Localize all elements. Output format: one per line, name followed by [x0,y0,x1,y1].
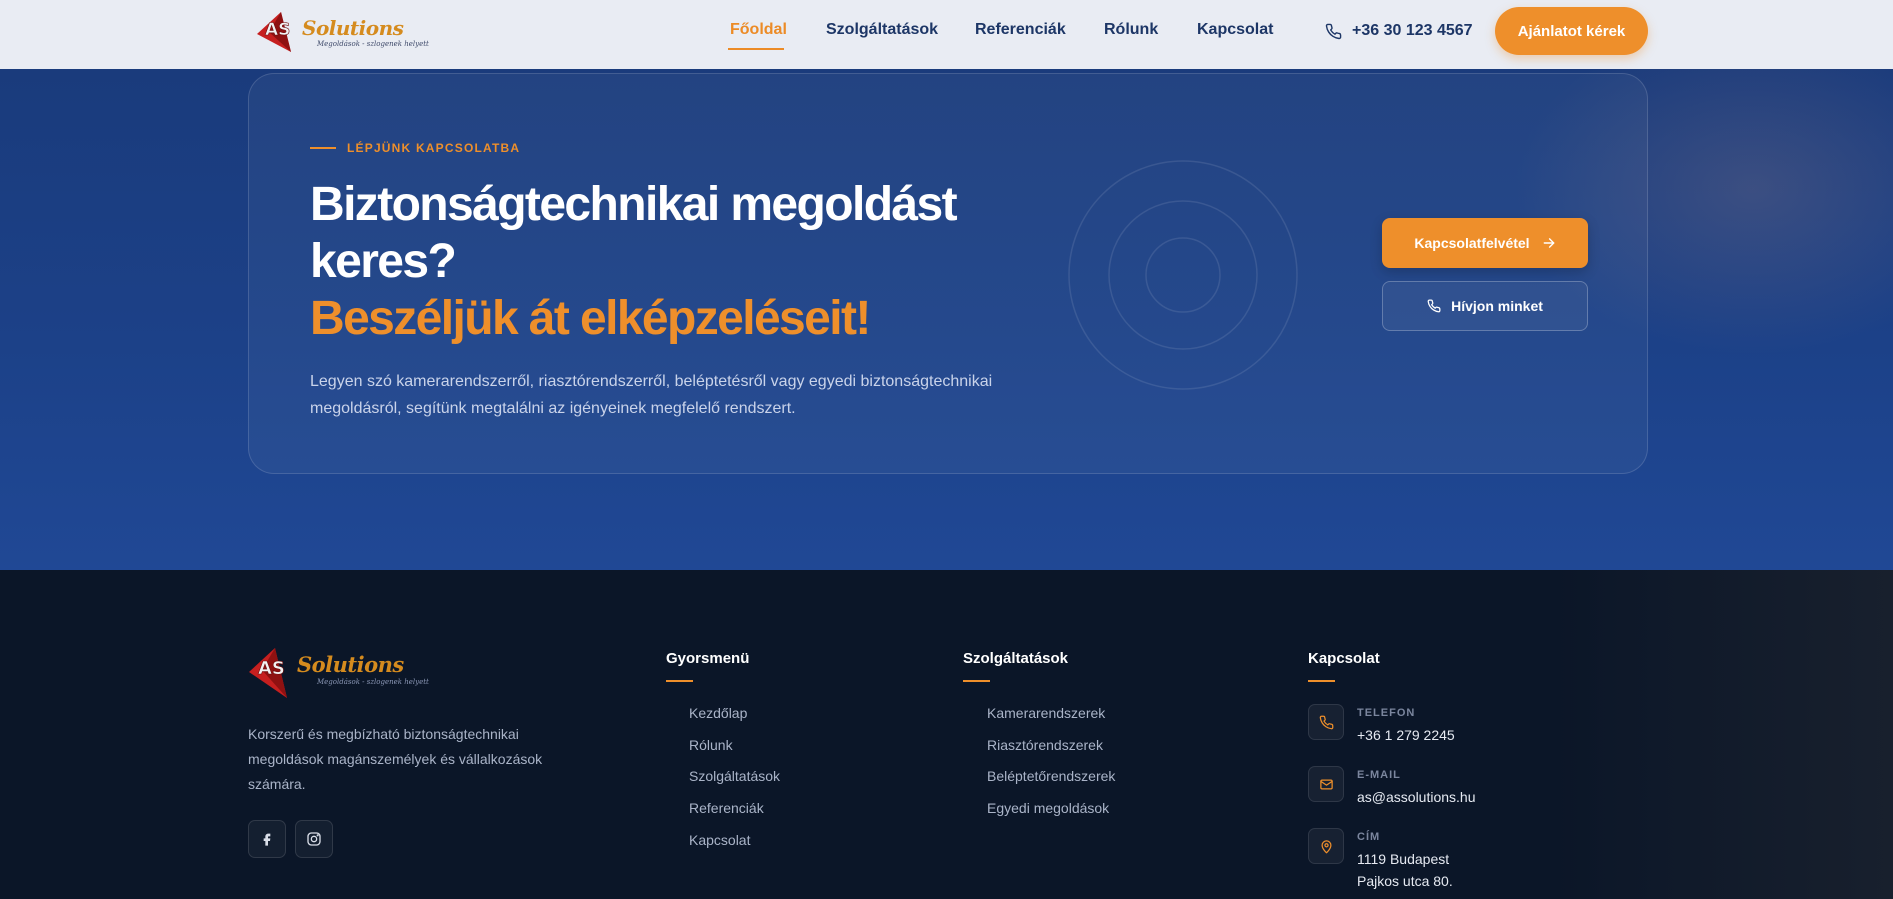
eyebrow-text: LÉPJÜNK KAPCSOLATBA [347,141,521,155]
footer-logo-tagline: Megoldások - szlogenek helyett [317,678,429,686]
nav-link-services[interactable]: Szolgáltatások [826,21,938,39]
instagram-icon [307,832,321,846]
footer-description: Korszerű és megbízható biztonságtechnika… [248,726,543,792]
footer-logo-wordmark: Solutions [297,652,404,677]
header-phone-link[interactable]: +36 30 123 4567 [1325,20,1473,42]
footer-link-contact[interactable]: Kapcsolat [689,832,750,848]
footer-link-access-control[interactable]: Beléptetőrendszerek [987,768,1115,784]
footer-link-home[interactable]: Kezdőlap [689,705,747,721]
hero-headline-accent: Beszéljük át elképzeléseit! [310,292,871,345]
contact-button[interactable]: Kapcsolatfelvétel [1382,218,1588,268]
svg-text:AS: AS [258,658,285,679]
footer-address-icon-box [1308,828,1344,864]
footer-brand-logo[interactable]: AS Solutions Megoldások - szlogenek hely… [247,642,432,700]
logo-tagline: Megoldások - szlogenek helyett [317,40,429,48]
call-us-button[interactable]: Hívjon minket [1382,281,1588,331]
instagram-link[interactable] [295,820,333,858]
request-quote-button[interactable]: Ajánlatot kérek [1495,7,1648,55]
footer-phone-icon-box [1308,704,1344,740]
logo-wordmark: Solutions [302,16,404,40]
hero-headline-main: Biztonságtechnikai megoldást keres? [310,178,958,288]
address-line-2: Pajkos utca 80. [1357,873,1453,889]
hero-description: Legyen szó kamerarendszerről, riasztóren… [310,373,993,417]
header-phone-number: +36 30 123 4567 [1352,22,1473,39]
phone-icon [1427,299,1441,313]
facebook-link[interactable] [248,820,286,858]
address-line-1: 1119 Budapest [1357,851,1450,867]
contact-title: Kapcsolat [1308,650,1380,667]
footer-link-cameras[interactable]: Kamerarendszerek [987,705,1105,721]
mail-icon [1319,779,1333,789]
services-title: Szolgáltatások [963,650,1069,667]
footer-email-icon-box [1308,766,1344,802]
svg-text:AS: AS [265,20,290,40]
contact-button-label: Kapcsolatfelvétel [1414,235,1530,251]
nav-link-about[interactable]: Rólunk [1104,21,1158,39]
decorative-rings-icon [1068,160,1298,390]
footer-phone-number[interactable]: +36 1 279 2245 [1357,725,1455,746]
phone-label: TELEFON [1357,707,1416,719]
contact-underline [1308,680,1335,682]
contact-hero-section: LÉPJÜNK KAPCSOLATBA Biztonságtechnikai m… [0,69,1893,570]
top-navigation: AS Solutions Megoldások - szlogenek hely… [0,0,1893,69]
address-label: CÍM [1357,831,1381,843]
site-footer: AS Solutions Megoldások - szlogenek hely… [0,570,1893,899]
quick-menu-title: Gyorsmenü [666,650,750,667]
footer-email-address[interactable]: as@assolutions.hu [1357,787,1476,808]
hero-eyebrow: LÉPJÜNK KAPCSOLATBA [310,141,520,155]
email-label: E-MAIL [1357,769,1401,781]
nav-link-references[interactable]: Referenciák [975,21,1066,39]
call-us-button-label: Hívjon minket [1451,298,1543,314]
footer-link-references[interactable]: Referenciák [689,800,764,816]
hero-headline: Biztonságtechnikai megoldást keres? Besz… [310,176,1030,347]
brand-logo[interactable]: AS Solutions Megoldások - szlogenek hely… [255,8,429,54]
nav-link-contact[interactable]: Kapcsolat [1197,21,1273,39]
location-pin-icon [1321,839,1331,853]
active-nav-indicator [728,48,784,50]
footer-link-services[interactable]: Szolgáltatások [689,768,780,784]
nav-link-home[interactable]: Főoldal [730,21,787,39]
hero-card: LÉPJÜNK KAPCSOLATBA Biztonságtechnikai m… [248,73,1648,474]
footer-link-alarms[interactable]: Riasztórendszerek [987,737,1103,753]
services-underline [963,680,990,682]
footer-link-custom-solutions[interactable]: Egyedi megoldások [987,800,1109,816]
phone-icon [1319,715,1333,729]
facebook-icon [263,833,271,846]
arrow-right-icon [1543,238,1554,248]
footer-link-about[interactable]: Rólunk [689,737,733,753]
phone-icon [1325,23,1342,39]
quick-menu-underline [666,680,693,682]
eyebrow-line [310,147,336,149]
